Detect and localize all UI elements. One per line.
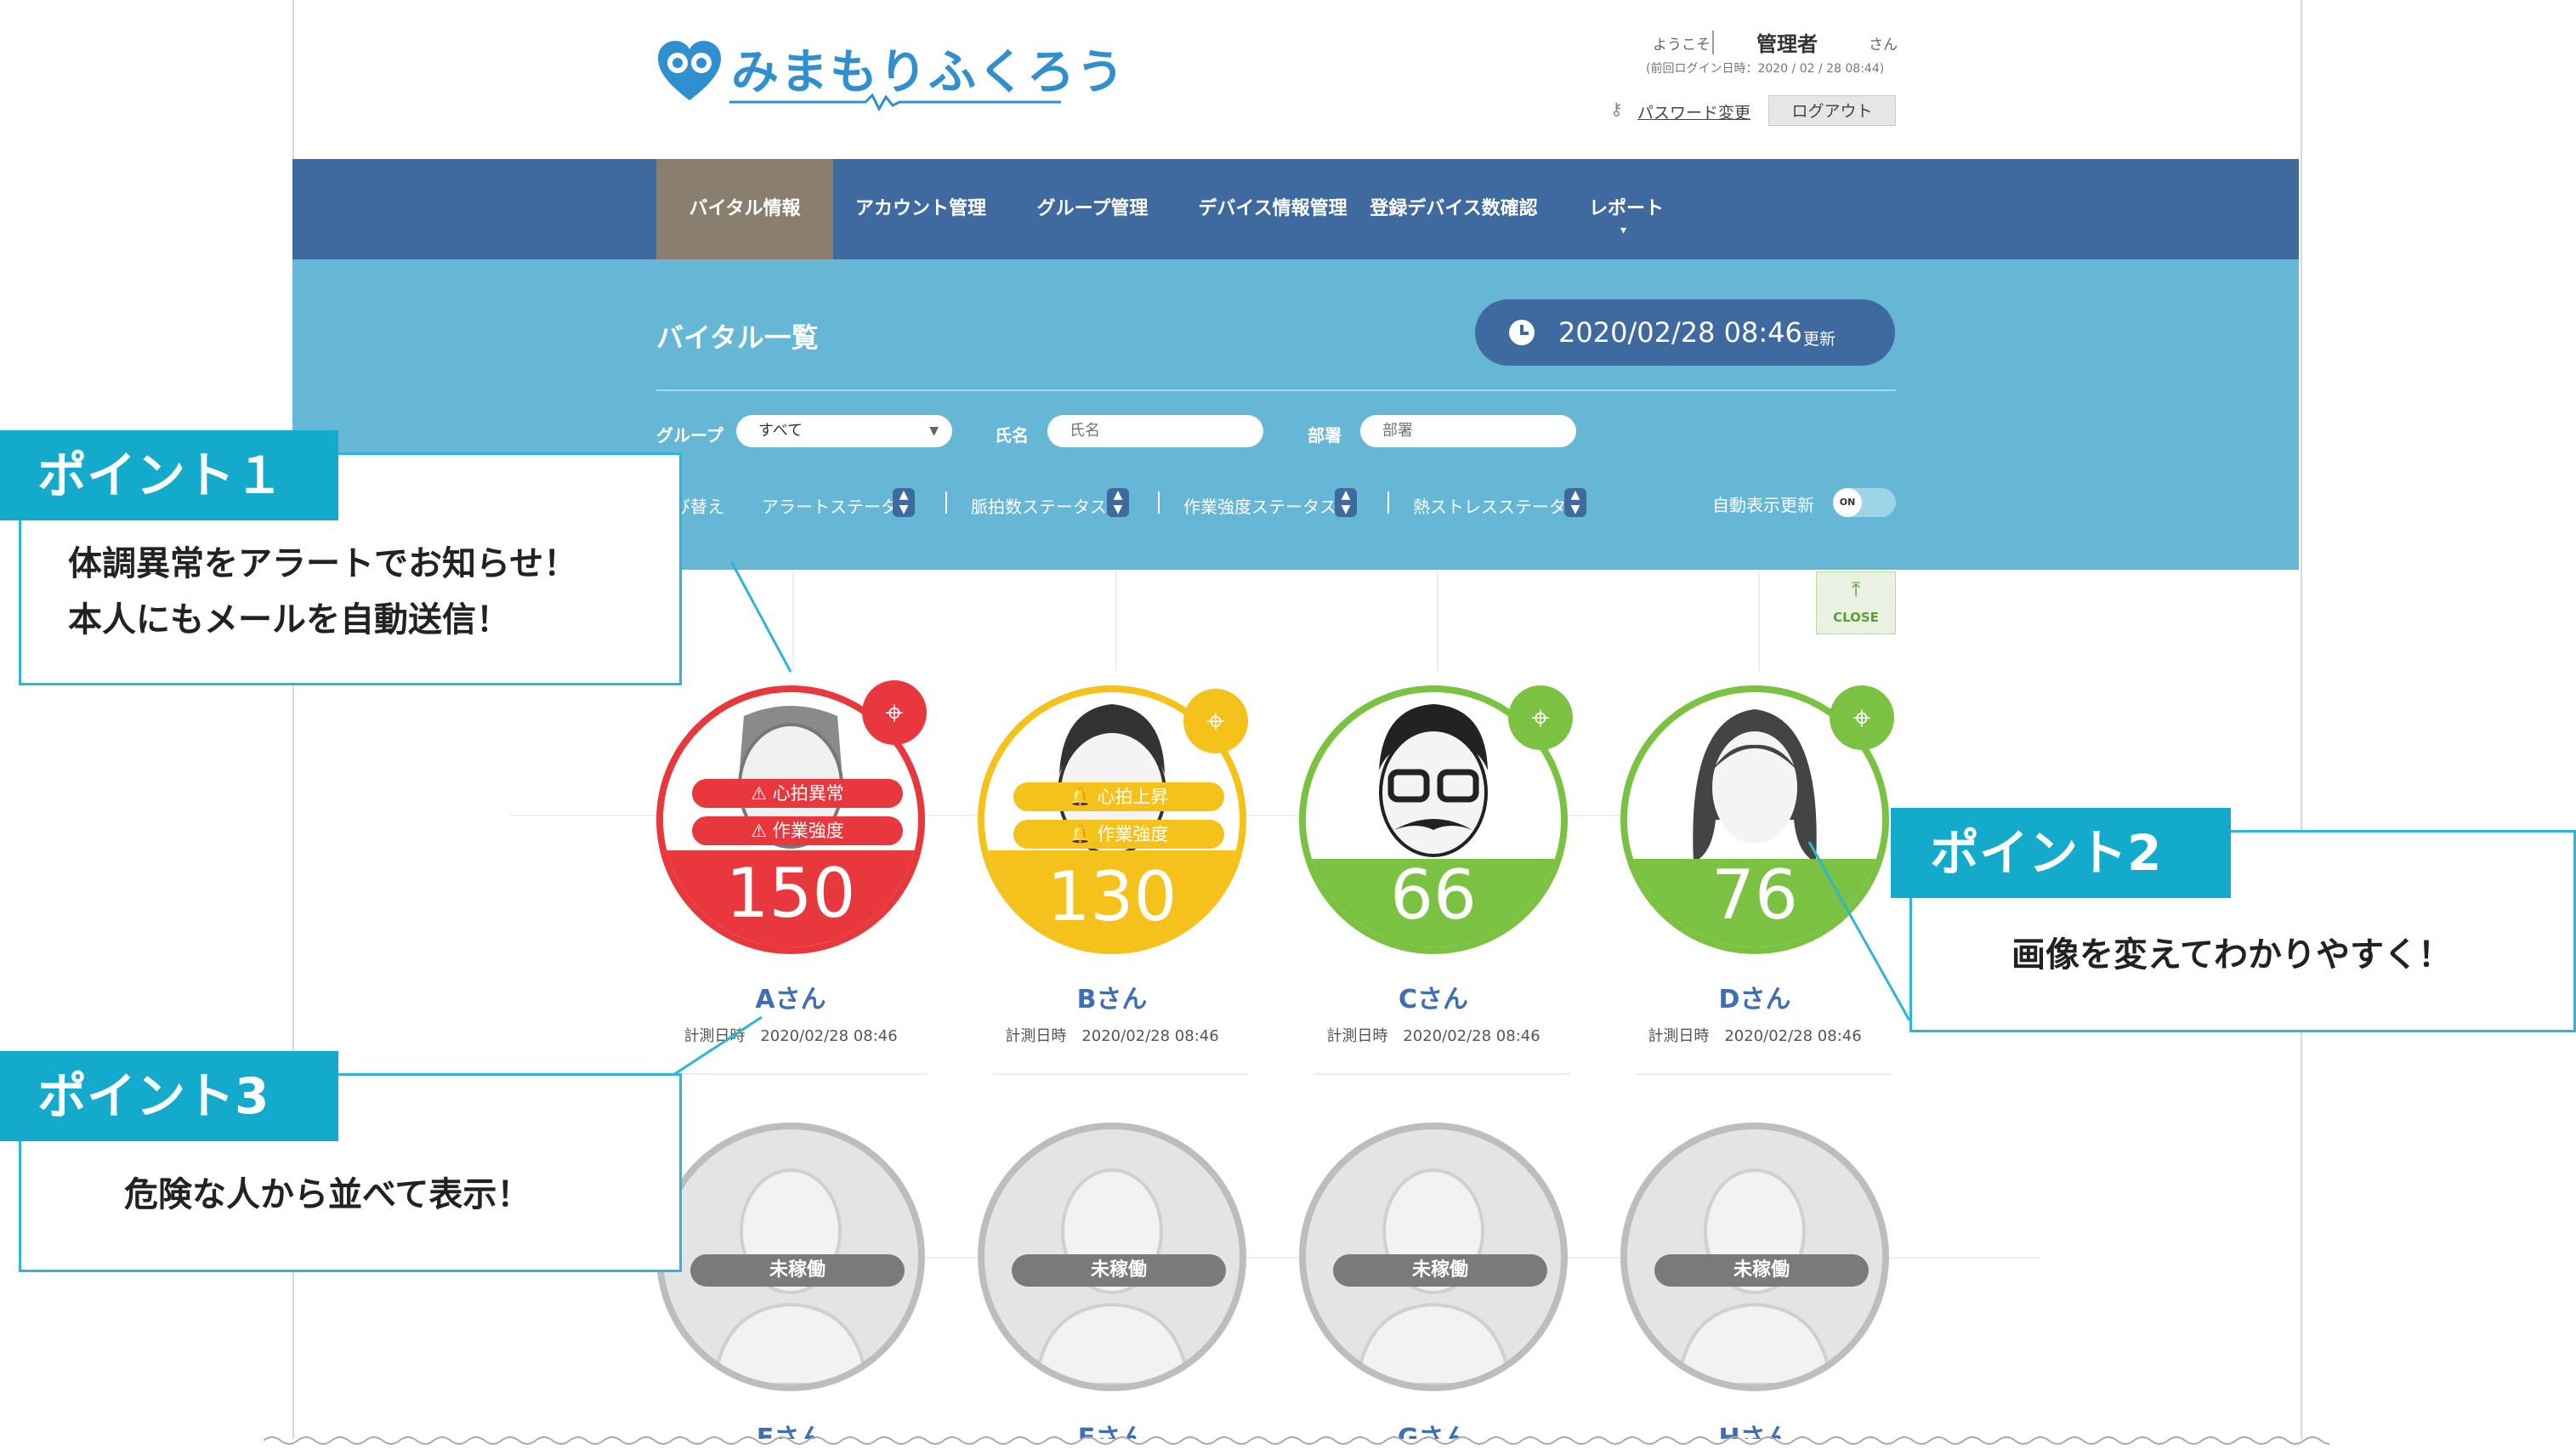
callout-text: 危険な人から並べて表示！ [124, 1175, 531, 1214]
callout-tag: ポイント１ [0, 430, 338, 520]
callout-tag: ポイント3 [0, 1051, 338, 1141]
callout-text: 画像を変えてわかりやすく！ [2011, 935, 2452, 975]
callout-tag: ポイント2 [1891, 808, 2231, 898]
callout-text: 体調異常をアラートでお知らせ！ [68, 544, 578, 583]
callout-text: 本人にもメールを自動送信！ [68, 600, 510, 639]
